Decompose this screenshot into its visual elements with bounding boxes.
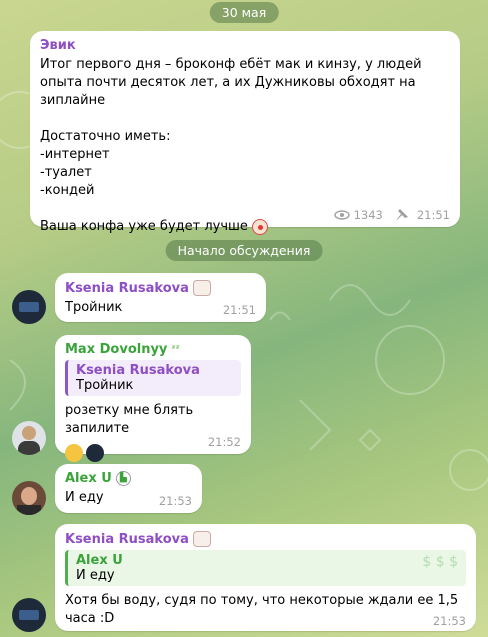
message-author: Ksenia Rusakova <box>65 531 189 547</box>
message-text: Хотя бы воду, судя по тому, что некоторы… <box>65 593 459 626</box>
avatar-ksenia[interactable] <box>12 598 46 632</box>
message-author: Alex U <box>65 471 112 486</box>
quote-text: Тройник <box>76 378 134 393</box>
message-time: 21:52 <box>207 435 241 449</box>
cat-badge-icon <box>192 280 211 296</box>
reaction-avatar-icon <box>86 444 104 462</box>
channel-post-bubble[interactable]: Эвик Итог первого дня – броконф ебёт мак… <box>30 31 460 235</box>
message-bubble[interactable]: Alex U ▙ И еду 21:53 <box>55 464 202 513</box>
message-text: розетку мне блять запилите <box>65 403 194 436</box>
reply-quote[interactable]: Alex U И еду $ $ $ <box>65 550 466 586</box>
quote-author: Alex U <box>76 553 123 568</box>
money-pattern-icon: $ $ $ <box>422 554 458 570</box>
views-eye-icon <box>333 210 350 220</box>
grin-emoji-icon[interactable] <box>65 444 83 462</box>
avatar-alex[interactable] <box>12 481 46 515</box>
post-author: Эвик <box>40 38 76 53</box>
message-time: 21:53 <box>432 614 466 628</box>
post-meta: 1343 21:51 <box>333 208 450 222</box>
message-time: 21:53 <box>158 494 192 508</box>
avatar-ksenia[interactable] <box>12 290 46 324</box>
views-count: 1343 <box>353 208 383 222</box>
cat-badge-icon <box>192 531 211 547</box>
discussion-start-pill: Начало обсуждения <box>165 240 323 261</box>
message-author: Ksenia Rusakova <box>65 280 189 296</box>
zzz-badge-icon: ᶻᶻ <box>171 344 180 355</box>
message-bubble[interactable]: Ksenia Rusakova Тройник 21:51 <box>55 273 266 322</box>
message-bubble[interactable]: Ksenia Rusakova Alex U И еду $ $ $ Хотя … <box>55 524 476 631</box>
message-author: Max Dovolnyy <box>65 342 168 357</box>
avatar-max[interactable] <box>12 421 46 455</box>
reply-quote[interactable]: Ksenia Rusakova Тройник <box>65 360 241 396</box>
quote-text: И еду <box>76 568 115 583</box>
date-pill: 30 мая <box>209 2 279 23</box>
boot-badge-icon: ▙ <box>115 471 131 486</box>
post-time: 21:51 <box>416 208 450 222</box>
message-time: 21:51 <box>222 303 256 317</box>
message-bubble[interactable]: Max Dovolnyy ᶻᶻ Ksenia Rusakova Тройник р… <box>55 335 251 462</box>
pin-icon <box>396 209 408 220</box>
clown-emoji-icon <box>252 218 269 235</box>
quote-author: Ksenia Rusakova <box>76 363 200 378</box>
